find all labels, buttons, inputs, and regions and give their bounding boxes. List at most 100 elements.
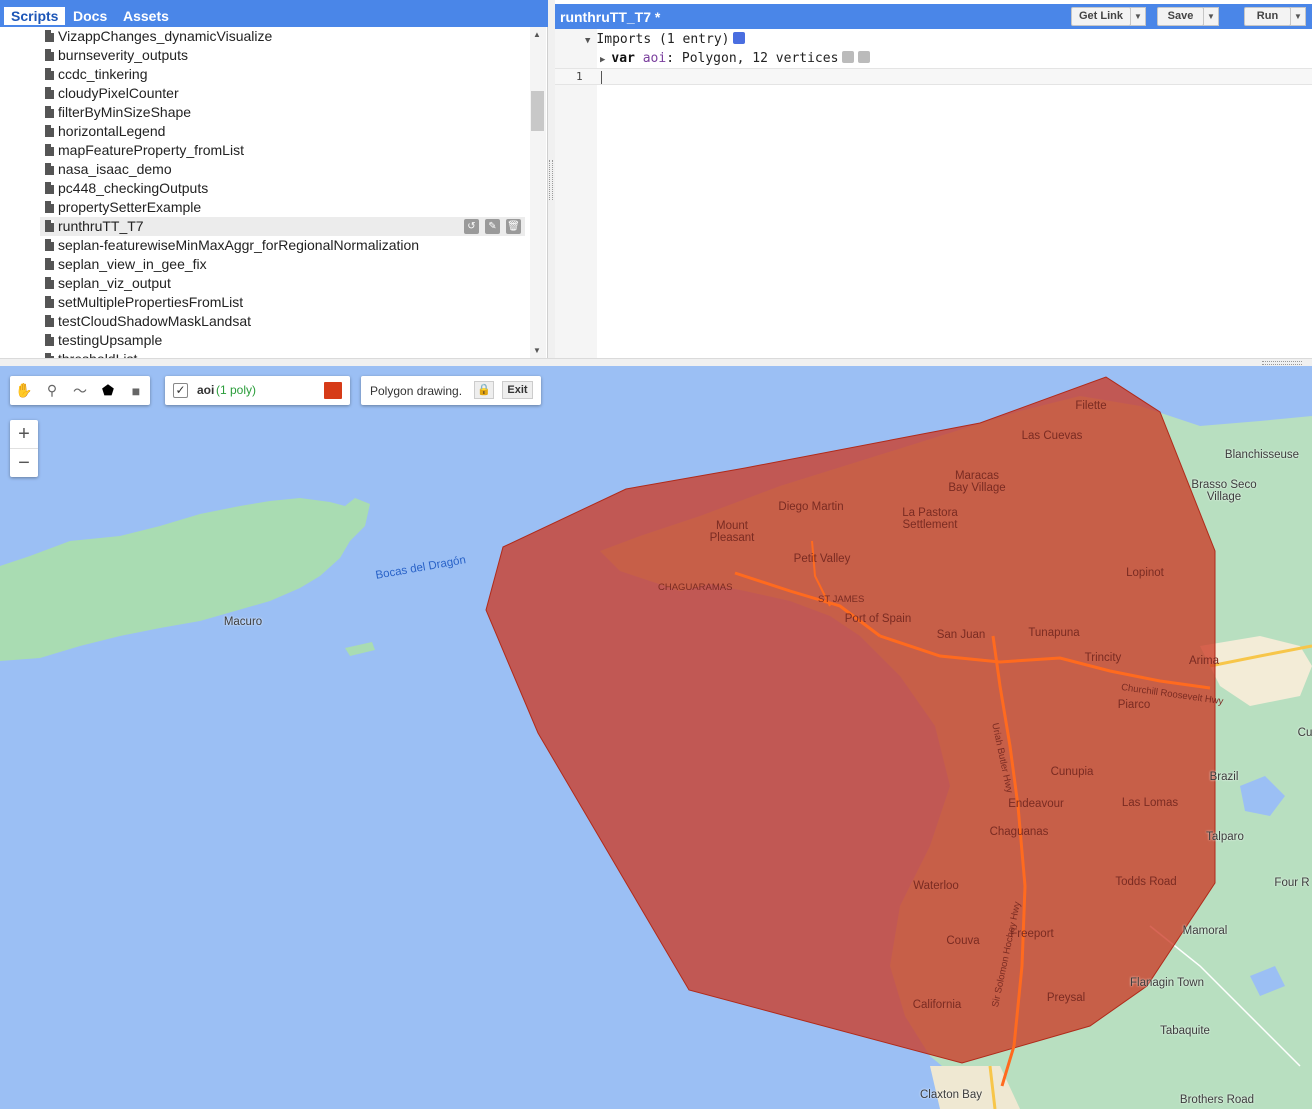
line-number: 1: [576, 70, 583, 83]
file-icon: [45, 182, 54, 194]
file-icon: [45, 106, 54, 118]
file-row[interactable]: horizontalLegend: [0, 122, 530, 141]
rectangle-icon[interactable]: ■: [122, 376, 150, 405]
edit-icon[interactable]: ✎: [485, 219, 500, 234]
place-label: Cu: [1297, 727, 1312, 739]
place-label: Maracas Bay Village: [948, 470, 1006, 494]
layer-count: (1 poly): [216, 383, 257, 397]
splitter-grip-icon[interactable]: [1262, 361, 1302, 365]
place-label: Las Lomas: [1121, 797, 1179, 809]
zoom-out-button[interactable]: −: [10, 448, 38, 476]
line-icon[interactable]: 〜: [66, 376, 94, 405]
place-label: La Pastora Settlement: [902, 507, 958, 531]
tab-assets[interactable]: Assets: [116, 7, 176, 25]
scroll-thumb[interactable]: [531, 91, 544, 131]
file-name: thresholdList: [58, 351, 137, 358]
tab-scripts[interactable]: Scripts: [4, 7, 66, 25]
file-icon: [45, 296, 54, 308]
place-label: Lopinot: [1126, 567, 1164, 579]
place-label: Couva: [946, 935, 980, 947]
imports-doc-icon[interactable]: [733, 32, 746, 44]
road-label: ST JAMES: [818, 594, 865, 605]
splitter-grip-icon[interactable]: [549, 160, 553, 200]
vertical-splitter[interactable]: [548, 0, 555, 358]
file-name: VizappChanges_dynamicVisualize: [58, 28, 273, 44]
place-label: Diego Martin: [778, 501, 844, 513]
imports-section: ▼ Imports (1 entry) ▶ var aoi: Polygon, 12…: [585, 30, 871, 68]
file-row[interactable]: seplan-featurewiseMinMaxAggr_forRegional…: [0, 236, 530, 255]
collapse-caret-icon[interactable]: ▼: [585, 36, 590, 46]
file-name: pc448_checkingOutputs: [58, 180, 209, 196]
file-row[interactable]: testingUpsample: [0, 331, 530, 350]
file-name: cloudyPixelCounter: [58, 85, 179, 101]
save-dropdown-icon[interactable]: ▼: [1203, 7, 1219, 26]
drawing-status-panel: Polygon drawing. 🔒 Exit: [361, 376, 541, 405]
file-name: propertySetterExample: [58, 199, 202, 215]
file-row[interactable]: thresholdList: [0, 350, 530, 358]
import-description: : Polygon, 12 vertices: [666, 51, 839, 66]
drawing-tools: ✋ ⚲ 〜 ⬟ ■: [10, 376, 150, 405]
file-name: mapFeatureProperty_fromList: [58, 142, 244, 158]
zoom-in-button[interactable]: +: [10, 420, 38, 448]
file-row[interactable]: mapFeatureProperty_fromList: [0, 141, 530, 160]
marker-icon[interactable]: ⚲: [38, 376, 66, 405]
place-label: Mount Pleasant: [709, 520, 755, 544]
file-row[interactable]: ccdc_tinkering: [0, 65, 530, 84]
left-tab-bar: Scripts Docs Assets: [0, 0, 548, 27]
code-line-1[interactable]: 1: [555, 68, 1312, 85]
run-dropdown-icon[interactable]: ▼: [1290, 7, 1306, 26]
geometry-layer-panel: ✓ aoi (1 poly): [165, 376, 350, 405]
map-view[interactable]: Macuro Blanchisseuse Brasso Seco Village Br…: [0, 366, 1312, 1109]
file-row[interactable]: filterByMinSizeShape: [0, 103, 530, 122]
get-link-button[interactable]: Get Link: [1071, 7, 1131, 26]
file-name: horizontalLegend: [58, 123, 166, 139]
save-button[interactable]: Save: [1157, 7, 1204, 26]
file-name: filterByMinSizeShape: [58, 104, 192, 120]
file-row[interactable]: pc448_checkingOutputs: [0, 179, 530, 198]
place-label: Trincity: [1084, 652, 1122, 664]
tab-docs[interactable]: Docs: [66, 7, 114, 25]
polygon-icon[interactable]: ⬟: [94, 376, 122, 405]
aoi-polygon: [485, 376, 1216, 1064]
place-label: Claxton Bay: [919, 1089, 983, 1101]
get-link-dropdown-icon[interactable]: ▼: [1130, 7, 1146, 26]
history-icon[interactable]: ↺: [464, 219, 479, 234]
lock-icon[interactable]: 🔒: [474, 381, 494, 399]
target-icon[interactable]: [858, 51, 871, 63]
file-row[interactable]: seplan_viz_output: [0, 274, 530, 293]
file-icon: [45, 315, 54, 327]
file-name: seplan_view_in_gee_fix: [58, 256, 207, 272]
editor-toolbar: runthruTT_T7 * Get Link ▼ Save ▼ Run ▼: [555, 4, 1312, 29]
expand-caret-icon[interactable]: ▶: [600, 55, 605, 65]
file-list-scrollbar[interactable]: ▲ ▼: [530, 27, 546, 358]
file-row-selected[interactable]: runthruTT_T7 ↺ ✎ 🗑: [40, 217, 525, 236]
place-label: Chaguanas: [989, 826, 1049, 838]
imports-header[interactable]: Imports (1 entry): [596, 32, 729, 47]
file-row[interactable]: seplan_view_in_gee_fix: [0, 255, 530, 274]
file-row[interactable]: setMultiplePropertiesFromList: [0, 293, 530, 312]
delete-icon[interactable]: 🗑: [506, 219, 521, 234]
place-label: Macuro: [223, 616, 263, 628]
file-row[interactable]: propertySetterExample: [0, 198, 530, 217]
file-name: seplan-featurewiseMinMaxAggr_forRegional…: [58, 237, 420, 253]
file-row[interactable]: VizappChanges_dynamicVisualize: [0, 27, 530, 46]
hand-icon[interactable]: ✋: [10, 376, 38, 405]
file-row[interactable]: testCloudShadowMaskLandsat: [0, 312, 530, 331]
gear-icon[interactable]: [842, 51, 855, 63]
layer-checkbox[interactable]: ✓: [173, 383, 188, 398]
place-label: San Juan: [936, 629, 986, 641]
file-row[interactable]: cloudyPixelCounter: [0, 84, 530, 103]
file-icon: [45, 239, 54, 251]
place-label: Brasso Seco Village: [1191, 479, 1257, 503]
scroll-down-icon[interactable]: ▼: [533, 346, 541, 355]
import-variable[interactable]: aoi: [643, 51, 666, 66]
run-button[interactable]: Run: [1244, 7, 1291, 26]
layer-name[interactable]: aoi: [197, 383, 214, 397]
layer-color-swatch[interactable]: [324, 382, 342, 399]
file-row[interactable]: burnseverity_outputs: [0, 46, 530, 65]
horizontal-splitter[interactable]: [0, 358, 1312, 366]
exit-drawing-button[interactable]: Exit: [502, 381, 533, 399]
file-row[interactable]: nasa_isaac_demo: [0, 160, 530, 179]
place-label: Las Cuevas: [1021, 430, 1083, 442]
scroll-up-icon[interactable]: ▲: [533, 30, 541, 39]
